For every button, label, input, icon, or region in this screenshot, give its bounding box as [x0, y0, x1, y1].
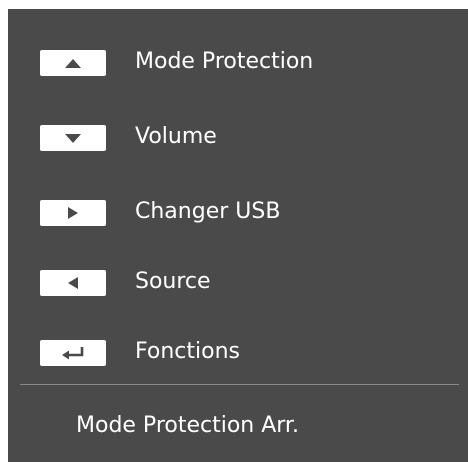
menu-item-source[interactable]: Source — [8, 262, 468, 302]
divider — [20, 384, 459, 385]
menu-item-label: Changer USB — [135, 199, 281, 224]
left-key[interactable] — [40, 270, 106, 296]
arrow-left-icon — [68, 277, 78, 289]
arrow-right-icon — [68, 207, 78, 219]
menu-item-changer-usb[interactable]: Changer USB — [8, 192, 468, 232]
menu-item-volume[interactable]: Volume — [8, 117, 468, 157]
enter-key[interactable] — [40, 340, 106, 366]
right-key[interactable] — [40, 200, 106, 226]
menu-item-label: Volume — [135, 124, 217, 149]
menu-item-mode-protection[interactable]: Mode Protection — [8, 42, 468, 82]
up-key[interactable] — [40, 50, 106, 76]
down-key[interactable] — [40, 125, 106, 151]
arrow-down-icon — [65, 134, 81, 143]
menu-item-label: Source — [135, 269, 211, 294]
osd-guide-panel: Mode Protection Volume Changer USB Sourc… — [8, 9, 468, 462]
menu-item-fonctions[interactable]: Fonctions — [8, 332, 468, 372]
status-text: Mode Protection Arr. — [76, 413, 299, 438]
arrow-up-icon — [65, 59, 81, 68]
menu-item-label: Mode Protection — [135, 49, 314, 74]
menu-item-label: Fonctions — [135, 339, 240, 364]
enter-icon — [62, 347, 84, 360]
